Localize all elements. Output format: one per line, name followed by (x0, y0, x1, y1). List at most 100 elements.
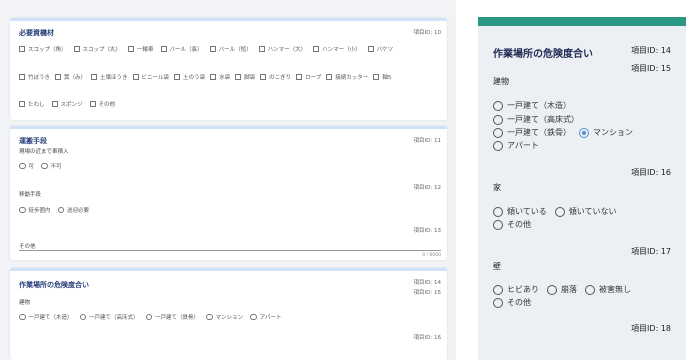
checkbox-option[interactable]: 水袋 (210, 73, 230, 81)
checkbox[interactable] (210, 74, 217, 80)
checkbox[interactable] (235, 74, 242, 80)
radio-option[interactable]: 一戸建て（高床式） (79, 313, 139, 321)
checkbox-option[interactable]: 土壌ほうき (91, 73, 128, 81)
checkbox[interactable] (326, 74, 333, 80)
checkbox[interactable] (160, 46, 167, 52)
checkbox[interactable] (296, 74, 303, 80)
checkbox[interactable] (132, 74, 139, 80)
checkbox-option[interactable]: ビニール袋 (132, 73, 169, 81)
card-title: 運搬手段 (19, 137, 47, 145)
radio[interactable] (493, 206, 503, 217)
checkbox[interactable] (55, 74, 62, 80)
checkbox-option[interactable]: ロープ (296, 73, 321, 81)
radio-option-selected[interactable]: マンション (579, 127, 633, 138)
radio-option[interactable]: 可 (19, 162, 34, 170)
checkbox-option[interactable]: のこぎり (260, 73, 291, 81)
checkbox[interactable] (51, 101, 58, 107)
radio[interactable] (206, 313, 213, 321)
radio[interactable] (554, 206, 565, 217)
radio-option[interactable]: 一戸建て（鉄骨） (145, 313, 199, 321)
checkbox[interactable] (367, 46, 374, 52)
checkbox-option[interactable]: 軸5 (373, 73, 391, 81)
app-top-bar (478, 17, 686, 26)
checkbox-row-3: たわし スポンジ その他 (19, 100, 122, 108)
checkbox-option[interactable]: スコップ（角） (19, 45, 67, 53)
radio-option[interactable]: 傾いている (493, 206, 547, 217)
radio-option[interactable]: マンション (206, 313, 243, 321)
question-label: 建物 (19, 300, 31, 306)
radio-option[interactable]: 崩落 (547, 284, 577, 295)
radio[interactable] (585, 284, 595, 295)
radio-selected[interactable] (579, 127, 589, 138)
radio[interactable] (547, 284, 557, 295)
radio[interactable] (493, 284, 503, 295)
radio[interactable] (493, 219, 503, 230)
radio[interactable] (493, 297, 503, 308)
checkbox-option[interactable]: 箕（み） (55, 73, 86, 81)
radio[interactable] (493, 140, 503, 151)
radio-row: 一戸建て（高床式） (493, 114, 587, 125)
checkbox[interactable] (313, 46, 320, 52)
other-text-field[interactable] (19, 250, 441, 251)
radio-option[interactable]: アパート (493, 140, 539, 151)
radio-option[interactable]: その他 (493, 297, 531, 308)
radio[interactable] (250, 313, 257, 321)
radio-option[interactable]: 一戸建て（高床式） (493, 114, 579, 125)
checkbox-option[interactable]: スコップ（丸） (73, 45, 121, 53)
item-id: 項目ID: 18 (631, 324, 671, 333)
radio[interactable] (493, 127, 503, 138)
radio-option[interactable]: 一戸建て（木造） (19, 313, 73, 321)
item-id: 項目ID: 16 (413, 335, 441, 341)
checkbox[interactable] (73, 46, 80, 52)
radio-option[interactable]: 傾いていない (554, 206, 617, 217)
radio-option[interactable]: 送迎必要 (57, 206, 89, 214)
checkbox[interactable] (19, 101, 25, 107)
radio[interactable] (19, 313, 26, 321)
checkbox-option[interactable]: 土のう袋 (174, 73, 205, 81)
radio[interactable] (79, 313, 87, 321)
radio[interactable] (57, 206, 65, 214)
radio[interactable] (145, 313, 153, 321)
checkbox-option[interactable]: ハンマー（小） (313, 45, 361, 53)
checkbox-option[interactable]: たわし (19, 100, 45, 108)
checkbox-option[interactable]: バール（短） (209, 45, 252, 53)
radio-option[interactable]: アパート (250, 313, 281, 321)
radio[interactable] (19, 162, 26, 170)
item-id: 項目ID: 10 (413, 30, 441, 36)
checkbox-option[interactable]: バール（長） (160, 45, 203, 53)
checkbox-option[interactable]: ハンマー（大） (258, 45, 306, 53)
item-id: 項目ID: 16 (631, 168, 671, 177)
checkbox-option[interactable]: 脚袋 (235, 73, 255, 81)
checkbox[interactable] (373, 74, 380, 80)
radio-option[interactable]: 一戸建て（鉄骨） (493, 127, 571, 138)
checkbox-option[interactable]: 竹ぼうき (19, 73, 50, 81)
radio-option[interactable]: 一戸建て（木造） (493, 100, 571, 111)
checkbox[interactable] (19, 46, 25, 52)
checkbox-option[interactable]: 一輪車 (128, 45, 154, 53)
checkbox[interactable] (128, 46, 135, 52)
checkbox[interactable] (91, 74, 98, 80)
checkbox[interactable] (89, 101, 96, 107)
section-title: 作業場所の危険度合い (493, 49, 593, 60)
radio[interactable] (493, 114, 503, 125)
radio[interactable] (493, 100, 503, 111)
radio-option[interactable]: その他 (493, 219, 531, 230)
radio-option[interactable]: 被害無し (585, 284, 631, 295)
radio-option[interactable]: 不可 (41, 162, 62, 170)
checkbox-option[interactable]: バケツ (367, 45, 393, 53)
radio-row: 一戸建て（木造） (493, 100, 579, 111)
radio-option[interactable]: 徒歩圏内 (19, 206, 51, 214)
radio[interactable] (19, 206, 26, 214)
radio-option[interactable]: ヒビあり (493, 284, 539, 295)
checkbox[interactable] (174, 74, 181, 80)
checkbox[interactable] (209, 46, 216, 52)
checkbox-option[interactable]: スポンジ (51, 100, 83, 108)
checkbox-option[interactable]: 接続カッター (326, 73, 368, 81)
radio-row: 一戸建て（木造） 一戸建て（高床式） 一戸建て（鉄骨） マンション アパート (19, 313, 288, 321)
checkbox[interactable] (19, 74, 25, 80)
checkbox[interactable] (260, 74, 267, 80)
item-id: 項目ID: 15 (413, 290, 441, 296)
radio[interactable] (41, 162, 48, 170)
checkbox-option[interactable]: その他 (89, 100, 115, 108)
checkbox[interactable] (258, 46, 265, 52)
